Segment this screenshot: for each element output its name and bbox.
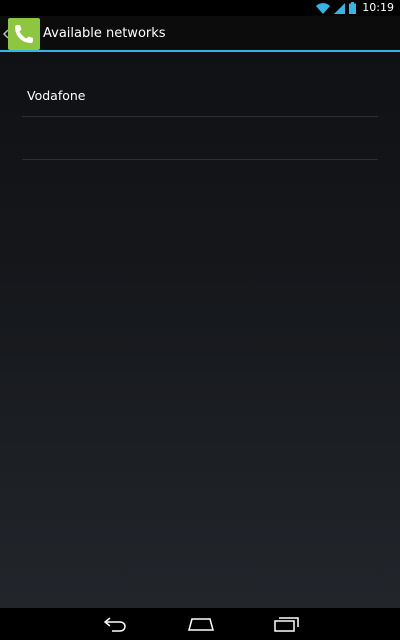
status-time: 10:19 <box>362 1 394 14</box>
navigation-bar <box>0 608 400 640</box>
battery-icon <box>349 0 357 18</box>
status-bar: 10:19 <box>0 0 400 16</box>
status-icons: 10:19 <box>316 0 394 16</box>
back-icon[interactable] <box>85 608 145 640</box>
phone-icon[interactable] <box>8 18 40 50</box>
network-item-vodafone[interactable]: Vodafone <box>22 74 378 117</box>
action-bar: Available networks <box>0 16 400 52</box>
network-item-empty[interactable] <box>22 117 378 160</box>
wifi-icon <box>316 0 331 18</box>
home-icon[interactable] <box>170 608 230 640</box>
page-title: Available networks <box>43 26 166 41</box>
signal-icon <box>334 0 346 18</box>
recent-apps-icon[interactable] <box>256 608 316 640</box>
network-list-screen: Vodafone <box>0 52 400 608</box>
network-list: Vodafone <box>22 74 378 160</box>
